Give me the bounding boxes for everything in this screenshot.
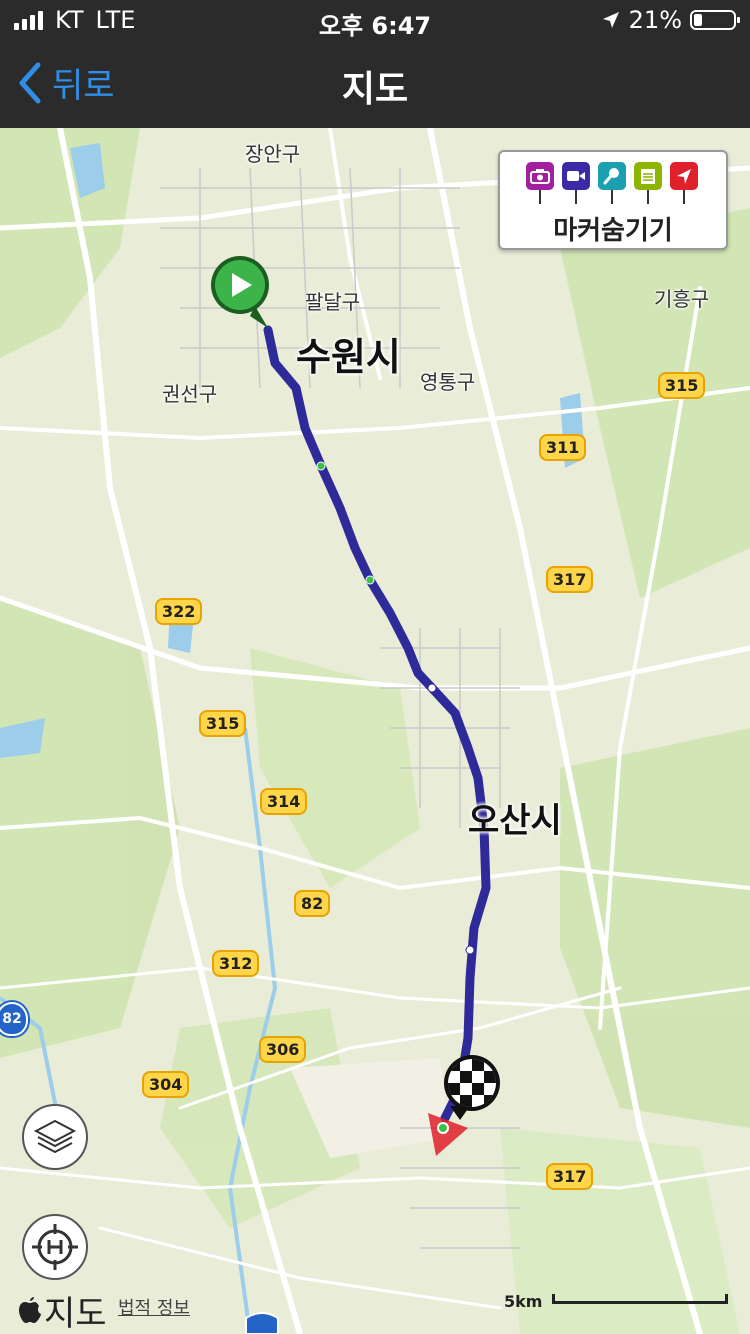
navigation-icon [670, 162, 698, 204]
road-shield: 315 [199, 710, 247, 737]
road-shield: 82 [294, 890, 331, 917]
hide-markers-button[interactable]: 마커숨기기 [498, 150, 728, 250]
note-icon [634, 162, 662, 204]
apple-logo-icon [19, 1296, 41, 1323]
battery-percent: 21% [628, 6, 682, 34]
label-jangan: 장안구 [245, 142, 301, 166]
recenter-button[interactable] [22, 1214, 88, 1280]
map-base [0, 128, 750, 1334]
marker-icons [526, 162, 698, 204]
status-right: 21% [601, 6, 740, 34]
page-title: 지도 [341, 69, 409, 110]
waypoint-dot [316, 461, 326, 471]
camera-icon [526, 162, 554, 204]
status-bar: KT LTE 오후 6:47 21% [0, 0, 750, 40]
layers-icon [33, 1119, 77, 1154]
waypoint-dot [465, 945, 475, 955]
road-shield: 317 [546, 1163, 594, 1190]
video-icon [562, 162, 590, 204]
road-shield: 315 [658, 372, 706, 399]
crosshair-icon [32, 1224, 78, 1270]
highway-shield: 82 [0, 1002, 28, 1036]
apple-maps-attribution: 지도 [18, 1286, 107, 1334]
map-scale: 5km [504, 1292, 729, 1311]
highway-shield-bottom [245, 1312, 279, 1334]
road-shield: 304 [142, 1071, 190, 1098]
attribution-text: 지도 [44, 1294, 107, 1334]
road-shield: 306 [259, 1036, 307, 1063]
label-giheung: 기흥구 [654, 287, 710, 311]
location-arrow-icon [602, 12, 619, 28]
microphone-icon [598, 162, 626, 204]
label-suwon: 수원시 [296, 335, 401, 379]
label-yeongtong: 영통구 [420, 370, 476, 394]
layers-button[interactable] [22, 1104, 88, 1170]
waypoint-dot [427, 683, 437, 693]
nav-bar: 뒤로 지도 [0, 40, 750, 128]
start-marker[interactable] [211, 256, 269, 328]
label-gwonseon: 권선구 [162, 382, 218, 406]
battery-icon [690, 10, 740, 30]
label-paldal: 팔달구 [305, 290, 361, 314]
legal-link[interactable]: 법적 정보 [118, 1294, 190, 1320]
road-shield: 312 [212, 950, 260, 977]
waypoint-dot [365, 575, 375, 585]
hide-markers-label: 마커숨기기 [553, 216, 673, 246]
scale-bar [552, 1294, 729, 1304]
label-osan: 오산시 [468, 801, 562, 841]
map-view[interactable]: 장안구 팔달구 기흥구 권선구 영통구 수원시 오산시 315 311 317 … [0, 128, 750, 1334]
terrain [0, 128, 750, 1334]
scale-label: 5km [504, 1292, 543, 1311]
road-shield: 314 [260, 788, 308, 815]
road-shield: 322 [155, 598, 203, 625]
road-shield: 311 [539, 434, 587, 461]
road-shield: 317 [546, 566, 594, 593]
